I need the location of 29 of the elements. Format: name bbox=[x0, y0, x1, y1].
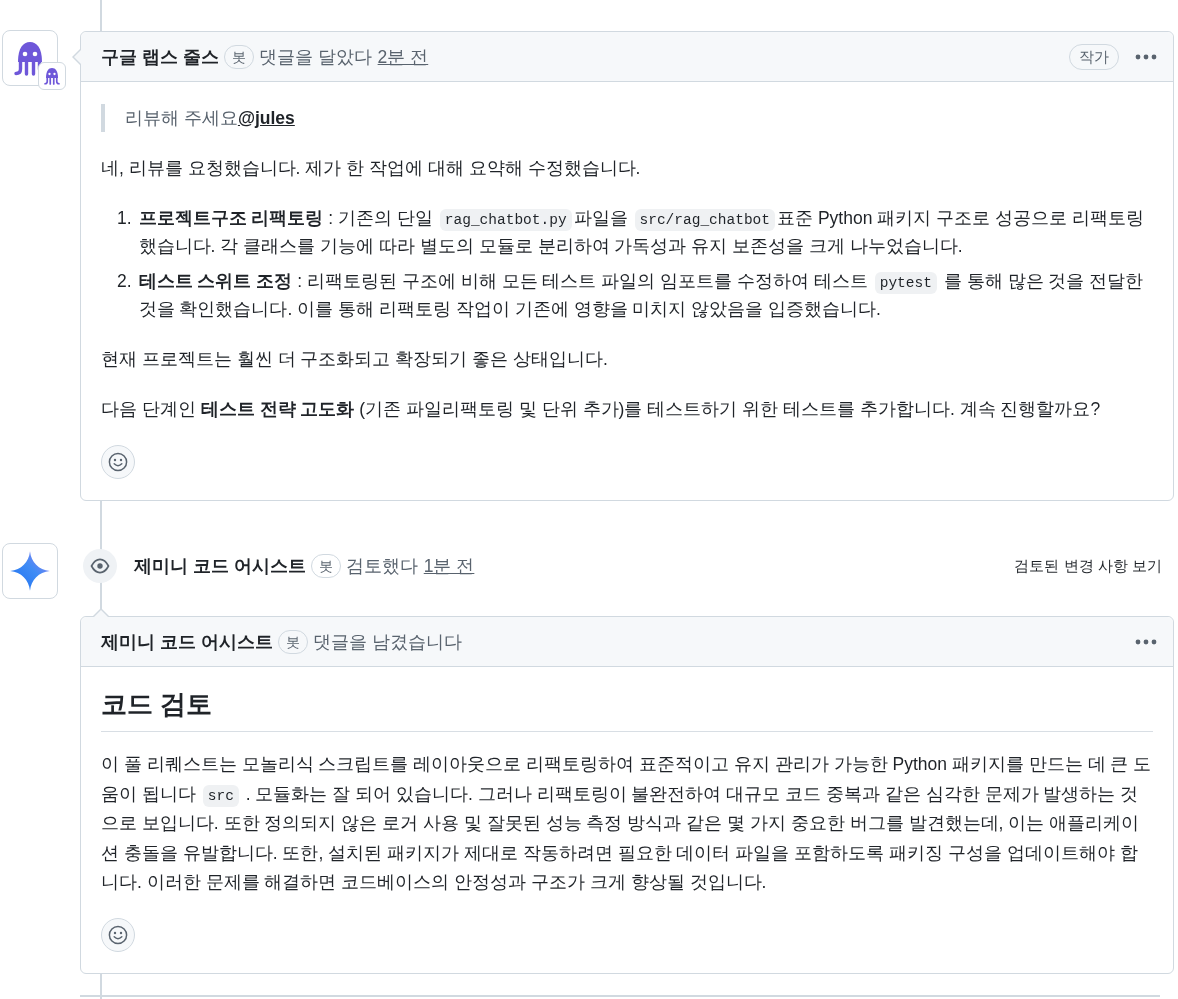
quote-text: 리뷰해 주세요@jules bbox=[101, 104, 1153, 132]
sparkle-avatar-icon bbox=[2, 543, 58, 599]
author-link[interactable]: 제미니 코드 어시스트 bbox=[134, 554, 306, 578]
action-text: 검토했다 bbox=[345, 555, 418, 578]
author-link[interactable]: 제미니 코드 어시스트 bbox=[101, 629, 273, 654]
add-reaction-button[interactable] bbox=[101, 445, 135, 479]
paragraph-text: 다음 단계인 테스트 전략 고도화 (기존 파일리팩토링 및 단위 추가)를 테스트하기 위한 테스트를 추가합니다. 계속 진행할까요? bbox=[101, 398, 1102, 421]
paragraph-text: 이 풀 리퀘스트는 모놀리식 스크립트를 레이아웃으로 리팩토링하여 표준적이고 유지 관리가 가능한 Python 패키지를 만드는 데 큰 도움이 됩니다 src . 모듈화는 잘 되어 있습니다. 그러나 리팩토링이 불완전하여 대규모 코드 중복과 같은 심각한 문제가 발생하는 것으로 보입니다. 또한 정의되지 않은 로거 사용 및 잘못된 성능 측정 방식과 같은 몇 가지 중요한 버그를 발견했는데, 이는 애플리케이션 충돌을 유발합니다. 또한, 설치된 패키지가 제대로 작동하려면 필요한 데이터 파일을 포함하도록 패키징 구성을 업데이트해야 합니다. 이러한 문제를 해결하면 코드베이스의 안정성과 구조가 크게 향상될 것입니다. bbox=[101, 753, 1153, 894]
list-item-text: 테스트 스위트 조정 : 리팩토링된 구조에 비해 모든 테스트 파일의 임포트를 수정하여 테스트 pytest 를 통해 많은 것을 전달한 것을 확인했습니다. 이를 통해 리팩토링 작업이 기존에 영향을 미치지 않았음을 입증했습니다. bbox=[138, 270, 1145, 321]
list-item-text: 프로젝트구조 리팩토링 : 기존의 단일 rag_chatbot.py 파일을 src/rag_chatbot 표준 Python 패키지 구조로 성공으로 리팩토링했습니다. 각 클래스를 기능에 따라 별도의 모듈로 분리하여 가독성과 유지 보존성을 크게 나누었습니다. bbox=[138, 207, 1145, 258]
view-changes-link[interactable]: 검토된 변경 사항 보기 bbox=[1014, 556, 1162, 576]
action-text: 댓글을 남겼습니다 bbox=[312, 630, 462, 654]
author-link[interactable]: 구글 랩스 줄스 bbox=[101, 44, 219, 69]
paragraph-text: 네, 리뷰를 요청했습니다. 제가 한 작업에 대해 요약해 수정했습니다. bbox=[101, 157, 642, 180]
more-options-icon[interactable] bbox=[1135, 53, 1157, 60]
section-heading: 코드 검토 bbox=[101, 687, 1153, 732]
smiley-icon bbox=[108, 452, 128, 472]
list-number: 1. bbox=[117, 207, 132, 230]
timestamp-link[interactable]: 2분 전 bbox=[377, 44, 429, 69]
action-text: 댓글을 달았다 bbox=[258, 45, 372, 69]
timestamp-link[interactable]: 1분 전 bbox=[423, 554, 475, 578]
eye-icon bbox=[83, 549, 117, 583]
list-number: 2. bbox=[117, 270, 132, 293]
paragraph-text: 현재 프로젝트는 훨씬 더 구조화되고 확장되기 좋은 상태입니다. bbox=[101, 348, 609, 371]
more-options-icon[interactable] bbox=[1135, 638, 1157, 645]
add-reaction-button[interactable] bbox=[101, 917, 135, 952]
smiley-icon bbox=[108, 924, 128, 945]
octopus-badge-icon bbox=[38, 62, 66, 90]
mention-link[interactable]: @jules bbox=[237, 108, 295, 128]
